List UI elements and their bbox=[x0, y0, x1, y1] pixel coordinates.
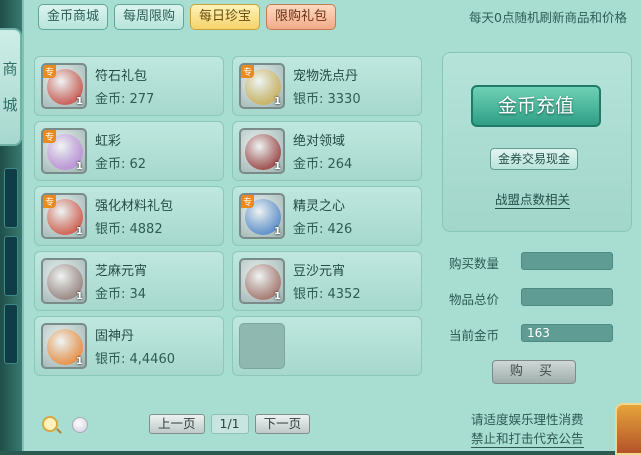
side-decoration bbox=[2, 160, 20, 440]
tab-gold-mall[interactable]: 金币商城 bbox=[38, 4, 109, 30]
empty-slot-box bbox=[239, 323, 285, 369]
item-card[interactable]: 专 1 强化材料礼包 银币: 4882 bbox=[34, 186, 224, 246]
item-price: 银币: 4,4460 bbox=[95, 352, 175, 367]
item-price: 银币: 3330 bbox=[293, 92, 361, 107]
item-name: 豆沙元宵 bbox=[293, 264, 346, 279]
tab-daily-treasure[interactable]: 每日珍宝 bbox=[190, 4, 261, 30]
shop-tabs: 金币商城 每周限购 每日珍宝 限购礼包 bbox=[38, 4, 337, 30]
item-card[interactable]: 专 1 虹彩 金币: 62 bbox=[34, 121, 224, 181]
gold-recharge-button[interactable]: 金币充值 bbox=[471, 85, 601, 127]
item-quantity: 1 bbox=[76, 291, 83, 302]
item-name: 绝对领域 bbox=[293, 134, 346, 149]
item-price: 银币: 4352 bbox=[293, 287, 361, 302]
item-card[interactable]: 1 豆沙元宵银币: 4352 bbox=[232, 251, 422, 311]
anti-proxy-recharge-link[interactable]: 禁止和打击代充公告 bbox=[471, 428, 584, 448]
rice-balls-icon: 1 bbox=[239, 258, 285, 304]
current-gold-label: 当前金币 bbox=[449, 328, 500, 343]
red-dragon-icon: 1 bbox=[239, 128, 285, 174]
exclusive-badge: 专 bbox=[43, 65, 57, 78]
item-price: 金币: 264 bbox=[293, 157, 353, 172]
qty-input[interactable] bbox=[521, 252, 613, 270]
blue-spirit-heart-icon: 专1 bbox=[239, 193, 285, 239]
shop-panel: 金币商城 每周限购 每日珍宝 限购礼包 每天0点随机刷新商品和价格 专 1 符石礼包… bbox=[22, 0, 641, 455]
side-bar-3 bbox=[4, 304, 18, 364]
item-card[interactable]: 1 绝对领域金币: 264 bbox=[232, 121, 422, 181]
item-quantity: 1 bbox=[76, 356, 83, 367]
event-corner-icon[interactable] bbox=[615, 403, 641, 455]
current-gold-field: 163 bbox=[521, 324, 613, 342]
side-bar-1 bbox=[4, 168, 18, 228]
exclusive-badge: 专 bbox=[241, 65, 255, 78]
rainbow-potion-icon: 专1 bbox=[41, 128, 87, 174]
item-quantity: 1 bbox=[76, 96, 83, 107]
mall-side-tab-label-2: 城 bbox=[2, 96, 18, 114]
item-card[interactable]: 专 1 宠物洗点丹 银币: 3330 bbox=[232, 56, 422, 116]
item-card[interactable]: 1 芝麻元宵金币: 34 bbox=[34, 251, 224, 311]
exclusive-badge: 专 bbox=[43, 195, 57, 208]
next-page-button[interactable]: 下一页 bbox=[254, 414, 311, 434]
item-card[interactable]: 1 固神丹银币: 4,4460 bbox=[34, 316, 224, 376]
item-quantity: 1 bbox=[76, 226, 83, 237]
item-quantity: 1 bbox=[274, 226, 281, 237]
mall-side-tab[interactable]: 商 城 bbox=[0, 28, 22, 146]
moderation-notice: 请适度娱乐理性消费 bbox=[471, 412, 584, 427]
item-quantity: 1 bbox=[274, 96, 281, 107]
search-icon[interactable] bbox=[42, 416, 58, 432]
recharge-panel: 金币充值 金券交易现金 战盟点数相关 bbox=[442, 52, 632, 232]
item-name: 虹彩 bbox=[95, 134, 122, 149]
page-indicator: 1/1 bbox=[210, 414, 249, 434]
item-quantity: 1 bbox=[274, 291, 281, 302]
tab-weekly-limit[interactable]: 每周限购 bbox=[114, 4, 185, 30]
total-price-label: 物品总价 bbox=[449, 292, 500, 307]
alliance-points-link[interactable]: 战盟点数相关 bbox=[495, 189, 571, 209]
refresh-notice: 每天0点随机刷新商品和价格 bbox=[469, 10, 627, 25]
item-price: 金币: 426 bbox=[293, 222, 353, 237]
item-quantity: 1 bbox=[274, 161, 281, 172]
item-name: 芝麻元宵 bbox=[95, 264, 148, 279]
coupon-exchange-button[interactable]: 金券交易现金 bbox=[490, 148, 578, 170]
tab-limited-gift[interactable]: 限购礼包 bbox=[266, 4, 337, 30]
item-card[interactable]: 专 1 精灵之心 金币: 426 bbox=[232, 186, 422, 246]
item-price: 银币: 4882 bbox=[95, 222, 163, 237]
mall-side-tab-label-1: 商 bbox=[2, 60, 18, 78]
empty-item-slot bbox=[232, 316, 422, 376]
pager: 上一页 1/1 下一页 bbox=[149, 414, 311, 434]
qty-label: 购买数量 bbox=[449, 256, 500, 271]
item-name: 精灵之心 bbox=[293, 199, 346, 214]
gold-pills-icon: 专1 bbox=[239, 63, 285, 109]
item-price: 金币: 277 bbox=[95, 92, 155, 107]
side-bar-2 bbox=[4, 236, 18, 296]
item-price: 金币: 62 bbox=[95, 157, 147, 172]
item-grid: 专 1 符石礼包 金币: 277 专 1 宠物洗点丹 银币: 3330 专 1 虹彩 金币: 62 1 绝… bbox=[34, 56, 424, 386]
red-gift-bag-icon: 专1 bbox=[41, 193, 87, 239]
item-card[interactable]: 专 1 符石礼包 金币: 277 bbox=[34, 56, 224, 116]
orb-icon[interactable] bbox=[72, 417, 88, 433]
total-price-field bbox=[521, 288, 613, 306]
item-price: 金币: 34 bbox=[95, 287, 147, 302]
buy-button[interactable]: 购 买 bbox=[492, 360, 576, 384]
fire-orb-icon: 1 bbox=[41, 323, 87, 369]
red-gift-bag-icon: 专1 bbox=[41, 63, 87, 109]
prev-page-button[interactable]: 上一页 bbox=[149, 414, 205, 434]
rice-balls-icon: 1 bbox=[41, 258, 87, 304]
exclusive-badge: 专 bbox=[241, 195, 255, 208]
exclusive-badge: 专 bbox=[43, 130, 57, 143]
item-name: 符石礼包 bbox=[95, 69, 148, 84]
item-quantity: 1 bbox=[76, 161, 83, 172]
item-name: 宠物洗点丹 bbox=[293, 69, 359, 84]
item-name: 固神丹 bbox=[95, 329, 135, 344]
item-name: 强化材料礼包 bbox=[95, 199, 174, 214]
